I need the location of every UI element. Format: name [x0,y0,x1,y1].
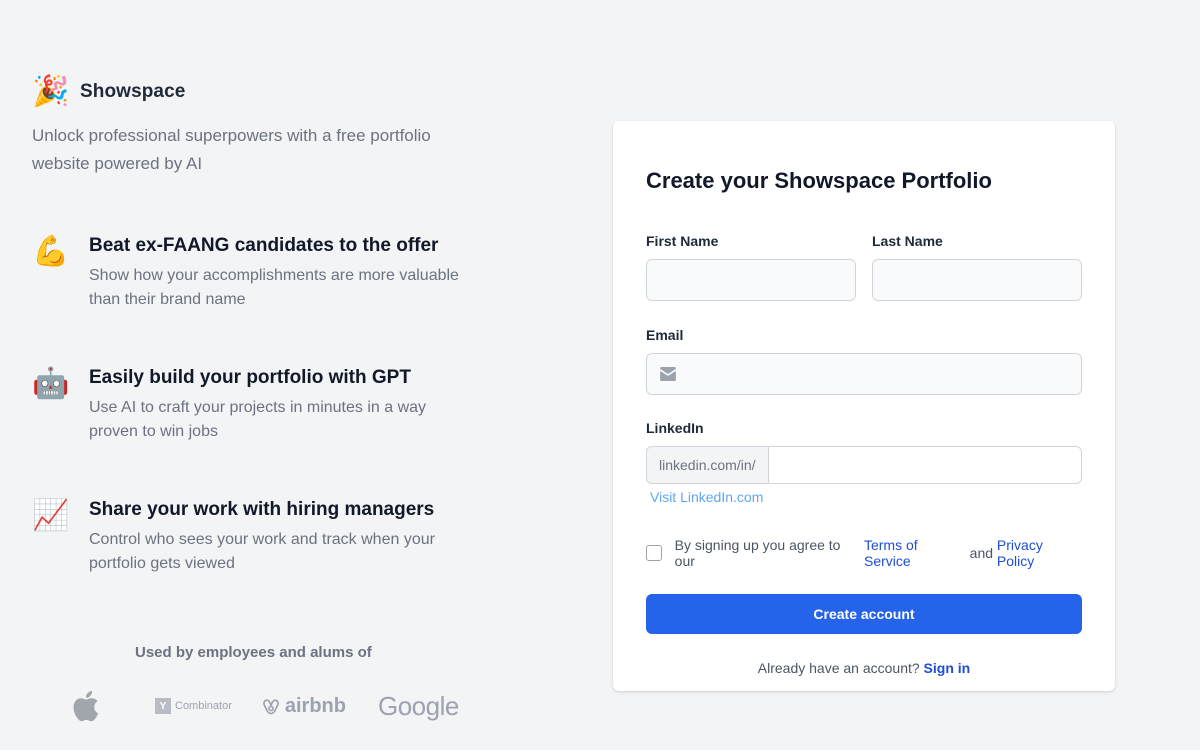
feature-list: 💪 Beat ex-FAANG candidates to the offer … [32,234,492,576]
apple-logo-icon [70,688,104,724]
last-name-label: Last Name [872,233,943,249]
terms-checkbox[interactable] [646,545,662,561]
feature-description: Show how your accomplishments are more v… [89,267,459,308]
feature-title: Easily build your portfolio with GPT [89,367,411,388]
used-by-label: Used by employees and alums of [135,644,372,661]
create-account-button[interactable]: Create account [646,594,1082,634]
terms-row: By signing up you agree to our Terms of … [646,537,1082,569]
flexed-biceps-icon: 💪 [32,235,70,268]
first-name-input[interactable] [646,259,856,301]
terms-of-service-link[interactable]: Terms of Service [864,537,966,569]
marketing-panel: 🎉 Showspace Unlock professional superpow… [32,74,492,630]
first-name-field: First Name [646,232,856,301]
robot-icon: 🤖 [32,367,70,400]
sign-in-link[interactable]: Sign in [924,660,971,676]
form-title: Create your Showspace Portfolio [646,168,992,193]
ycombinator-name: Combinator [175,700,232,712]
chart-increasing-icon: 📈 [32,499,70,532]
email-input[interactable] [646,353,1082,395]
google-logo: Google [377,690,459,721]
signin-prompt-row: Already have an account? Sign in [646,660,1082,676]
feature-description: Control who sees your work and track whe… [89,531,435,572]
last-name-field: Last Name [872,232,1082,301]
linkedin-prefix: linkedin.com/in/ [646,446,768,484]
feature-title: Share your work with hiring managers [89,499,435,520]
airbnb-belo-icon [262,699,279,715]
party-popper-icon: 🎉 [32,75,70,108]
feature-title: Beat ex-FAANG candidates to the offer [89,235,439,256]
signup-card: Create your Showspace Portfolio First Na… [613,121,1115,691]
privacy-policy-link[interactable]: Privacy Policy [997,537,1082,569]
linkedin-label: LinkedIn [646,420,704,436]
linkedin-field: LinkedIn linkedin.com/in/ Visit LinkedIn… [646,419,1082,507]
brand: 🎉 Showspace [32,74,492,110]
first-name-label: First Name [646,233,719,249]
airbnb-wordmark: airbnb [284,694,346,717]
company-logos: Y Combinator airbnb Google [70,688,459,724]
last-name-input[interactable] [872,259,1082,301]
brand-name: Showspace [80,81,186,102]
airbnb-logo: airbnb [261,695,346,718]
visit-linkedin-link[interactable]: Visit LinkedIn.com [650,489,763,505]
linkedin-input-group: linkedin.com/in/ [646,446,1082,484]
email-field: Email [646,326,1082,395]
ycombinator-y-mark: Y [155,698,171,714]
feature-item: 🤖 Easily build your portfolio with GPT U… [32,366,492,444]
ycombinator-logo: Y Combinator [155,698,232,714]
feature-item: 💪 Beat ex-FAANG candidates to the offer … [32,234,492,312]
terms-and: and [969,545,994,561]
linkedin-input[interactable] [767,446,1082,484]
signin-prompt: Already have an account? [757,660,920,676]
envelope-icon [660,367,676,381]
email-label: Email [646,327,684,343]
name-row: First Name Last Name [646,232,1082,301]
feature-description: Use AI to craft your projects in minutes… [89,399,427,440]
terms-prefix: By signing up you agree to our [674,537,841,569]
tagline: Unlock professional superpowers with a f… [32,126,431,173]
feature-item: 📈 Share your work with hiring managers C… [32,498,492,576]
